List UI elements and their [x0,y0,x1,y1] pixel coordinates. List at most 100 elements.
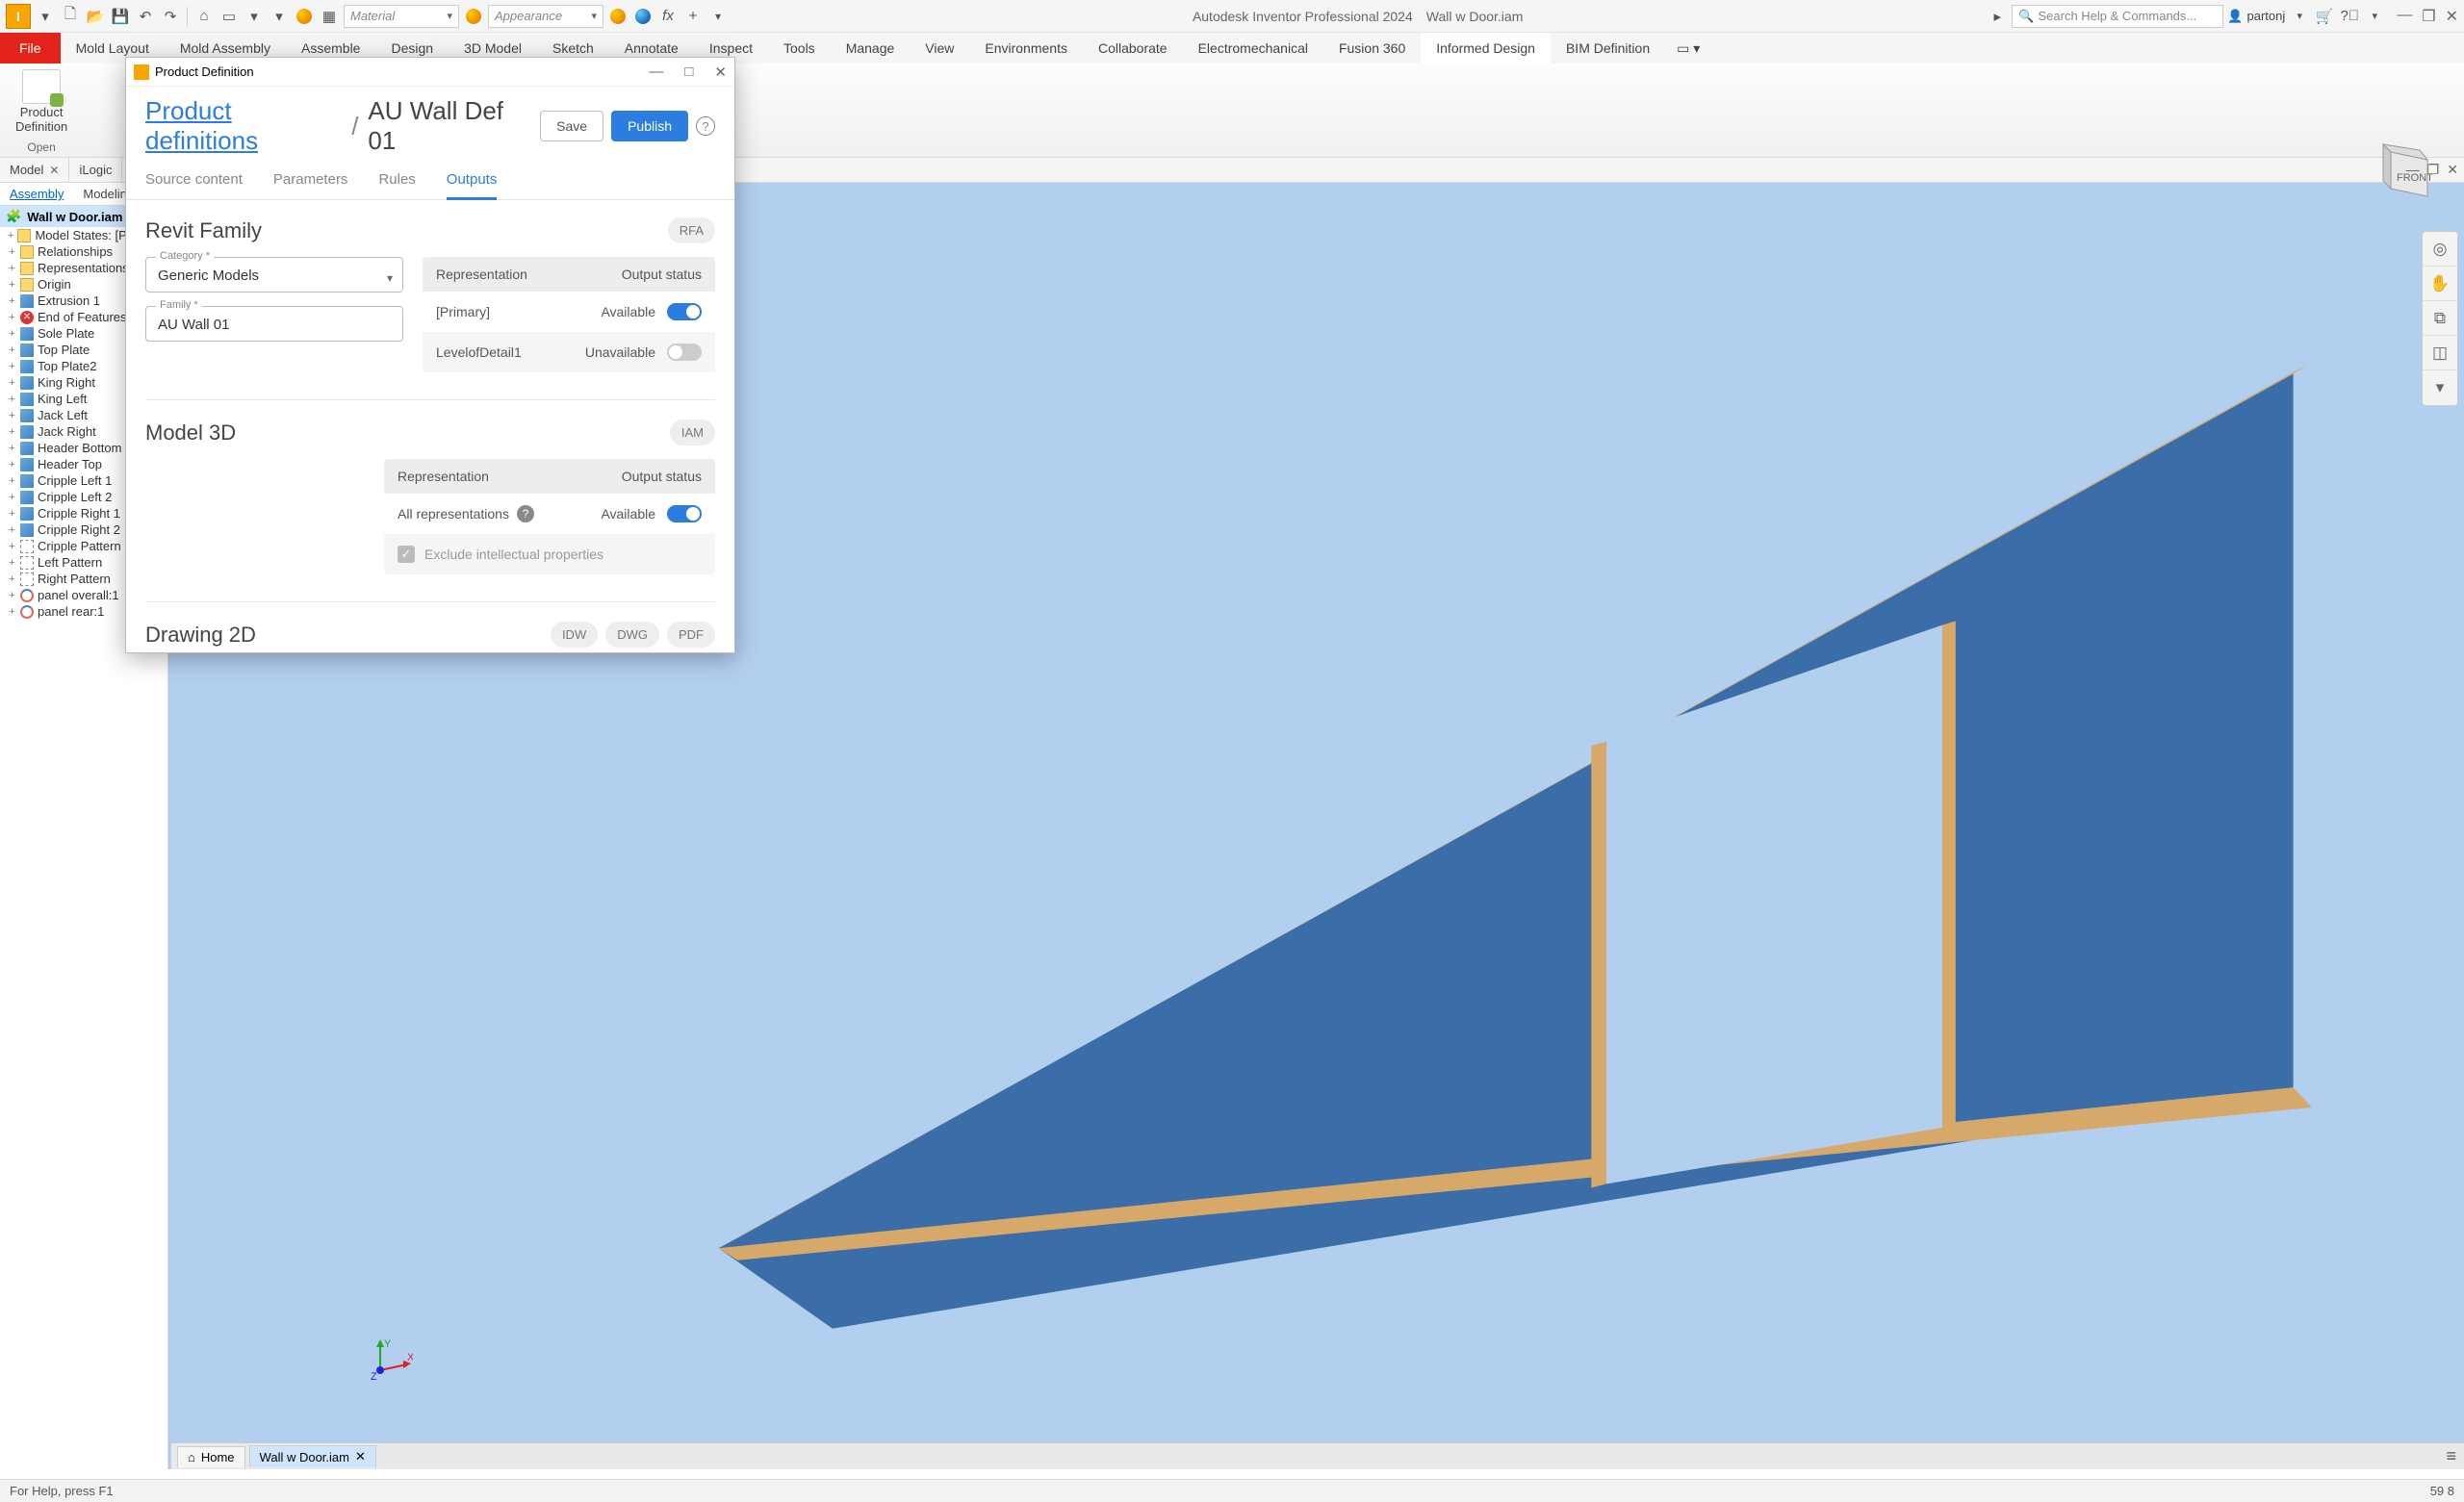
dialog-icon [134,64,149,80]
dialog-tab-parameters[interactable]: Parameters [273,171,348,199]
dialog-tab-rules[interactable]: Rules [378,171,415,199]
search-chevron-icon[interactable]: ▸ [1987,6,2008,27]
orbit-icon[interactable]: ◎ [2423,232,2457,267]
col-representation: Representation [436,267,527,282]
doc-tabs-menu-icon[interactable]: ≡ [2446,1446,2456,1466]
breadcrumb-current: AU Wall Def 01 [368,96,530,156]
tab-tools[interactable]: Tools [768,33,831,64]
qat-dropdown-icon[interactable]: ▾ [707,6,729,27]
panel-group-label: Open [27,140,55,157]
material-combo[interactable]: Material▾ [344,5,459,28]
minimize-icon[interactable]: — [2397,7,2412,26]
doc-tab-wall[interactable]: Wall w Door.iam✕ [249,1445,376,1467]
restore-icon[interactable]: ❐ [2422,7,2435,26]
home-icon[interactable]: ⌂ [193,6,215,27]
rfa-badge: RFA [668,217,715,243]
family-input[interactable]: Family * AU Wall 01 [145,306,403,342]
color-ball1-icon[interactable] [607,6,629,27]
m3d-col-rep: Representation [398,469,489,484]
file-tab[interactable]: File [0,33,61,64]
search-input[interactable]: 🔍Search Help & Commands... [2012,5,2223,28]
model-3d-heading: Model 3D [145,420,236,446]
plus-icon[interactable]: + [682,6,704,27]
tab-environments[interactable]: Environments [969,33,1083,64]
quick-access-toolbar: I ▾ 🗋 📂 💾 ↶ ↷ ⌂ ▭ ▾ ▾ ▦ Material▾ Appear… [0,0,2464,33]
tab-electromechanical[interactable]: Electromechanical [1183,33,1323,64]
appearance-ball-icon[interactable] [463,6,484,27]
save-button[interactable]: Save [540,111,603,141]
product-definition-dialog: Product Definition — □ ✕ Product definit… [125,57,735,653]
status-unavailable: Unavailable [585,344,655,360]
sphere-icon[interactable] [294,6,315,27]
tab-manage[interactable]: Manage [831,33,911,64]
pan-icon[interactable]: ✋ [2423,267,2457,301]
dialog-title: Product Definition [155,64,254,79]
zoom-window-icon[interactable]: ⧉ [2423,301,2457,336]
product-definition-icon [22,69,61,104]
exclude-ip-checkbox[interactable]: ✓ [398,546,415,563]
open-icon[interactable]: 📂 [85,6,106,27]
svg-text:Y: Y [384,1338,392,1350]
dialog-tab-source-content[interactable]: Source content [145,171,243,199]
color-ball2-icon[interactable] [632,6,654,27]
m3d-all-reps: All representations [398,506,509,522]
help-icon[interactable]: ?⃝ [2339,6,2360,27]
pdf-badge: PDF [667,622,715,648]
mdi-restore-icon[interactable]: ❐ [2427,162,2440,178]
dialog-minimize-icon[interactable]: — [649,64,663,81]
cart-icon[interactable]: 🛒 [2314,6,2335,27]
info-icon[interactable]: ? [517,505,534,522]
browser-subtab-assembly[interactable]: Assembly [0,183,73,205]
nav-more-icon[interactable]: ▾ [2423,370,2457,405]
rep-lod1: LevelofDetail1 [436,344,522,360]
exclude-ip-label: Exclude intellectual properties [424,547,603,562]
dialog-help-icon[interactable]: ? [696,116,715,136]
triad-icon: YXZ [371,1337,413,1383]
tab-collaborate[interactable]: Collaborate [1083,33,1183,64]
toggle-all-reps[interactable] [667,505,702,522]
tab-informed-design[interactable]: Informed Design [1421,33,1551,64]
navigation-bar: ◎ ✋ ⧉ ◫ ▾ [2422,231,2458,406]
new-file-icon[interactable]: 🗋 [60,6,81,27]
user-dropdown-icon[interactable]: ▾ [2289,6,2310,27]
category-select[interactable]: Category * Generic Models ▾ [145,257,403,293]
projects-icon[interactable]: ▾ [244,6,265,27]
team-icon[interactable]: ▭ [218,6,240,27]
mdi-close-icon[interactable]: ✕ [2447,162,2458,178]
breadcrumb-link[interactable]: Product definitions [145,96,342,156]
browser-tab-model[interactable]: Model✕ [0,158,69,182]
publish-button[interactable]: Publish [611,111,688,141]
user-menu[interactable]: 👤partonj [2227,9,2285,24]
look-at-icon[interactable]: ◫ [2423,336,2457,370]
product-definition-button[interactable]: ProductDefinition Open [0,64,83,157]
checker-icon[interactable]: ▦ [319,6,340,27]
undo-icon[interactable]: ↶ [135,6,156,27]
toggle-lod1[interactable] [667,344,702,361]
tab-fusion-360[interactable]: Fusion 360 [1323,33,1421,64]
browser-tab-ilogic[interactable]: iLogic [69,158,122,182]
toggle-primary[interactable] [667,303,702,320]
status-bar: For Help, press F1 59 8 [0,1479,2464,1502]
help-dropdown-icon[interactable]: ▾ [2364,6,2385,27]
dialog-close-icon[interactable]: ✕ [714,64,727,81]
mdi-minimize-icon[interactable]: — [2406,162,2420,178]
redo-icon[interactable]: ↷ [160,6,181,27]
appearance-combo[interactable]: Appearance▾ [488,5,603,28]
close-tab-icon[interactable]: ✕ [49,164,59,177]
doc-tab-home[interactable]: ⌂Home [177,1446,245,1467]
dialog-maximize-icon[interactable]: □ [684,64,693,81]
close-icon[interactable]: ✕ [2446,7,2458,26]
fx-icon[interactable]: fx [657,6,679,27]
link-icon[interactable]: ▾ [269,6,290,27]
doc-tab-close-icon[interactable]: ✕ [355,1449,366,1464]
iam-badge: IAM [670,420,715,446]
doc-title: Wall w Door.iam [1426,9,1524,24]
tab-bim-definition[interactable]: BIM Definition [1551,33,1665,64]
dialog-tab-outputs[interactable]: Outputs [447,171,498,200]
tab-view[interactable]: View [910,33,969,64]
save-icon[interactable]: 💾 [110,6,131,27]
ribbon-extra-icon[interactable]: ▭ ▾ [1669,33,1707,64]
col-output-status: Output status [622,267,702,282]
new-icon[interactable]: ▾ [35,6,56,27]
dwg-badge: DWG [605,622,659,648]
